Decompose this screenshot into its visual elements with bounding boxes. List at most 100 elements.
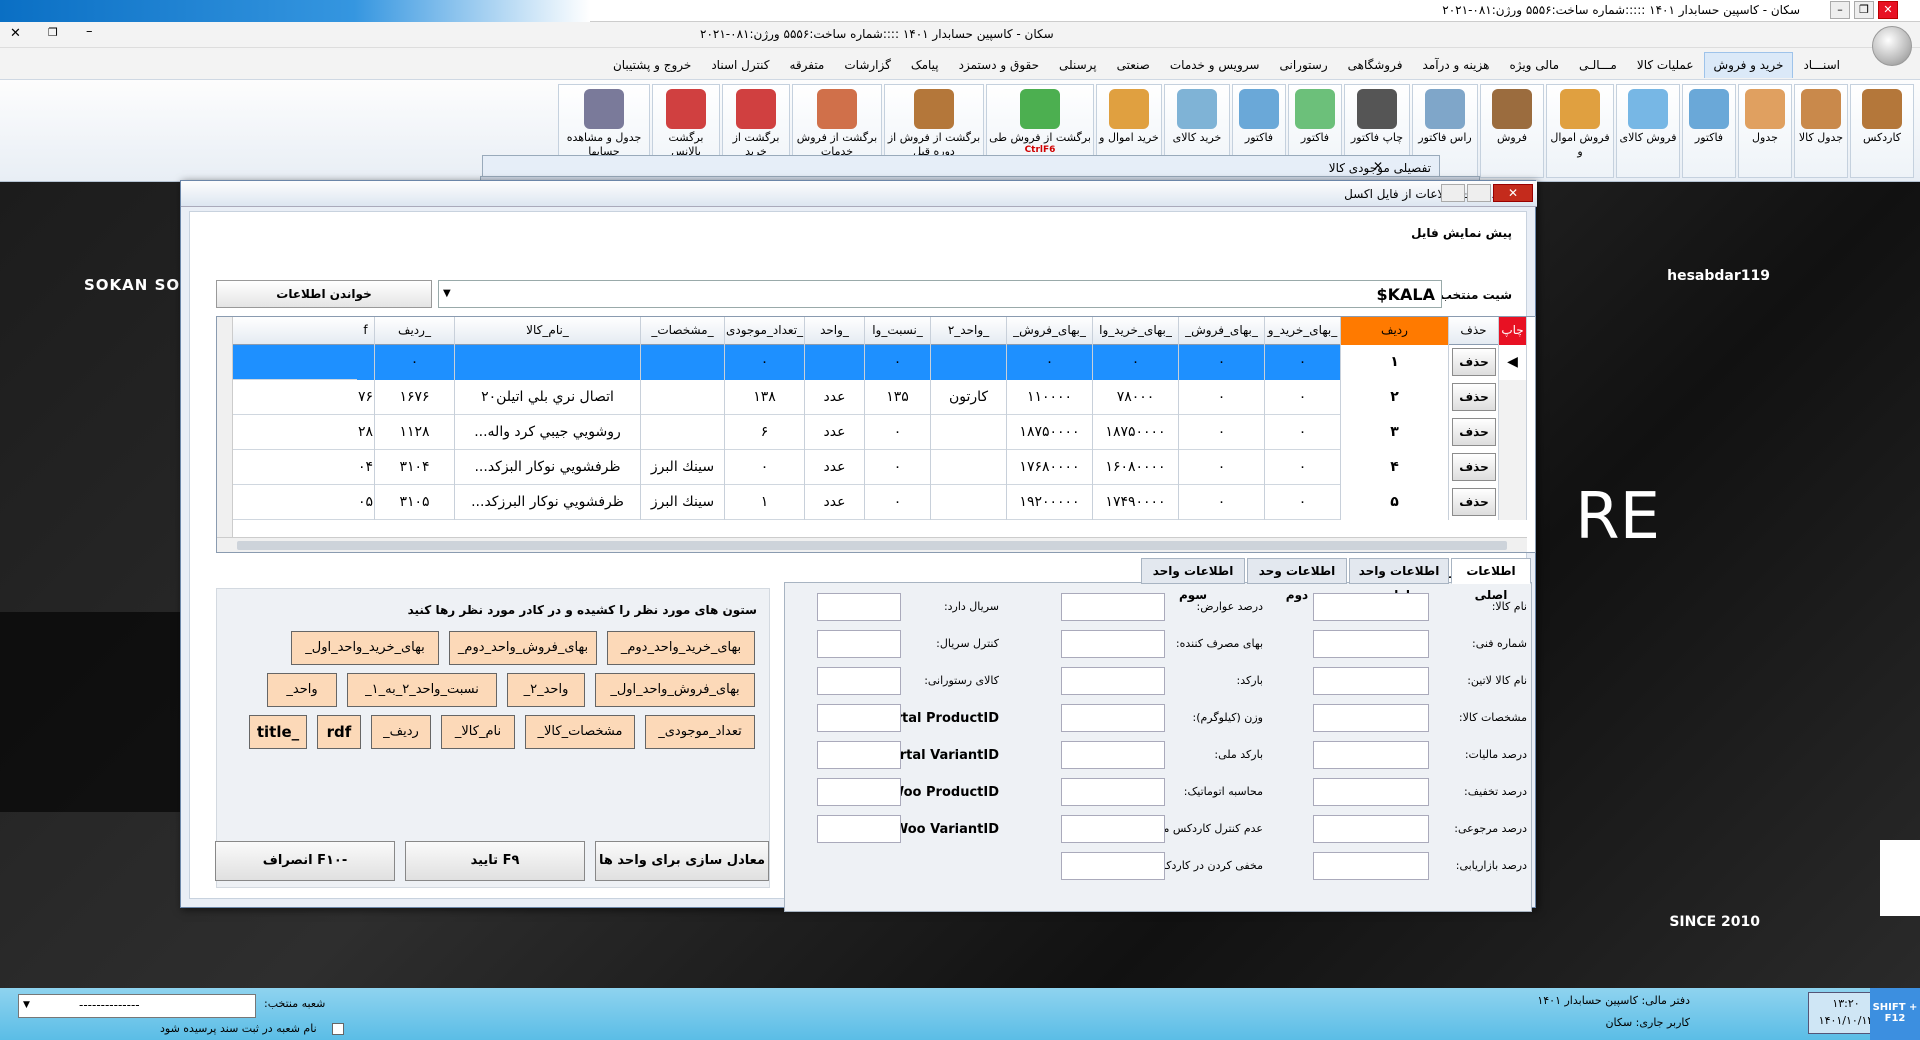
read-data-button[interactable]: خواندن اطلاعات — [216, 280, 432, 308]
column-chip[interactable]: title_ — [249, 715, 307, 749]
delete-row-button[interactable]: حذف — [1452, 488, 1496, 516]
grid-column-header[interactable]: _بهای_فروش_ — [1007, 317, 1093, 345]
mapping-drop-field[interactable] — [1061, 704, 1165, 732]
column-chip[interactable]: _واحد — [267, 673, 337, 707]
mapping-drop-field[interactable] — [1061, 630, 1165, 658]
grid-column-header[interactable]: _بهای_خرید_و — [1265, 317, 1341, 345]
table-row[interactable]: حذف ۵ ۰ ۰ ۱۷۴۹۰۰۰۰ ۱۹۲۰۰۰۰۰ ۰ عدد ۱ سينك البرز ظرف… — [217, 485, 1527, 520]
column-chip[interactable]: rdf — [317, 715, 361, 749]
menu-item[interactable]: صنعتی — [1107, 52, 1160, 78]
menu-item[interactable]: مـــالـی — [1569, 52, 1627, 78]
table-row[interactable]: ◀ حذف ۱ ۰ ۰ ۰ ۰ ۰ ۰ ۰ — [217, 345, 1527, 380]
grid-column-header[interactable]: _واحد_۲ — [931, 317, 1007, 345]
grid-column-header[interactable]: f — [357, 317, 375, 345]
delete-row-button[interactable]: حذف — [1452, 383, 1496, 411]
row-selector[interactable] — [1499, 415, 1527, 450]
table-cell[interactable]: حذف — [1449, 450, 1499, 485]
column-chip[interactable]: _بهای_خرید_واحد_اول — [291, 631, 439, 665]
mapping-drop-field[interactable] — [1313, 704, 1429, 732]
close-icon[interactable]: ✕ — [10, 26, 21, 41]
table-cell[interactable]: حذف — [1449, 380, 1499, 415]
table-cell[interactable]: حذف — [1449, 485, 1499, 520]
menu-item[interactable]: سرویس و خدمات — [1160, 52, 1270, 78]
delete-row-button[interactable]: حذف — [1452, 453, 1496, 481]
mapping-drop-field[interactable] — [817, 741, 901, 769]
mapping-drop-field[interactable] — [1313, 667, 1429, 695]
sheet-select[interactable]: $KALA ▼ — [438, 280, 1442, 308]
shift-f12-button[interactable]: SHIFT + F12 — [1870, 988, 1920, 1040]
mapping-drop-field[interactable] — [817, 815, 901, 843]
minimize-icon[interactable]: – — [86, 24, 93, 39]
column-chip[interactable]: _بهای_خرید_واحد_دوم — [607, 631, 755, 665]
table-cell[interactable]: حذف — [1449, 345, 1499, 380]
grid-column-header[interactable]: _نام_کالا — [455, 317, 641, 345]
menu-item[interactable]: گزارشات — [834, 52, 900, 78]
column-chip[interactable]: _نام_کالا — [441, 715, 515, 749]
grid-column-header[interactable]: حذف — [1449, 317, 1499, 345]
delete-row-button[interactable]: حذف — [1452, 418, 1496, 446]
table-row[interactable]: حذف ۴ ۰ ۰ ۱۶۰۸۰۰۰۰ ۱۷۶۸۰۰۰۰ ۰ عدد ۰ سينك البرز ظرف… — [217, 450, 1527, 485]
menu-item[interactable]: خروج و پشتیبان — [603, 52, 701, 78]
menu-item[interactable]: فروشگاهی — [1338, 52, 1413, 78]
column-chip[interactable]: _نسبت_واحد_۲_به_۱ — [347, 673, 497, 707]
mapping-drop-field[interactable] — [817, 778, 901, 806]
close-button[interactable]: ✕ — [1878, 1, 1898, 19]
table-row[interactable]: حذف ۲ ۰ ۰ ۷۸۰۰۰ ۱۱۰۰۰۰ کارتون ۱۳۵ عدد ۱۳۸ اتصال نر… — [217, 380, 1527, 415]
maximize-button[interactable]: ❐ — [1854, 1, 1874, 19]
mapping-drop-field[interactable] — [1313, 630, 1429, 658]
menu-item[interactable]: حقوق و دستمزد — [949, 52, 1049, 78]
mapping-drop-field[interactable] — [1061, 815, 1165, 843]
ribbon-button[interactable]: جدول کالا — [1794, 84, 1848, 178]
map-units-button[interactable]: معادل سازی برای واحد ها — [595, 841, 769, 881]
mapping-drop-field[interactable] — [1313, 593, 1429, 621]
tab-unit-3[interactable]: اطلاعات واحد سوم — [1141, 558, 1245, 602]
menu-item[interactable]: اسنـــاد — [1793, 52, 1850, 78]
menu-item[interactable]: متفرقه — [779, 52, 834, 78]
mapping-drop-field[interactable] — [1313, 852, 1429, 880]
grid-column-header[interactable]: ردیف — [1341, 317, 1449, 345]
delete-row-button[interactable]: حذف — [1452, 348, 1496, 376]
menu-item[interactable]: رستورانی — [1270, 52, 1338, 78]
menu-item[interactable]: پیامک — [901, 52, 949, 78]
dialog-maximize-button[interactable] — [1467, 184, 1491, 202]
column-chip[interactable]: _بهای_فروش_واحد_اول — [595, 673, 755, 707]
tab-unit-2[interactable]: اطلاعات وحد دوم — [1247, 558, 1347, 602]
row-selector[interactable] — [1499, 450, 1527, 485]
row-selector[interactable]: ◀ — [1499, 345, 1527, 380]
confirm-button[interactable]: تایید F۹ — [405, 841, 585, 881]
menu-item[interactable]: مالی ویژه — [1499, 52, 1569, 78]
mapping-drop-field[interactable] — [1061, 778, 1165, 806]
grid-column-header[interactable]: _مشخصات_ — [641, 317, 725, 345]
branch-checkbox[interactable] — [332, 1023, 344, 1035]
minimize-button[interactable]: – — [1830, 1, 1850, 19]
menu-item[interactable]: عملیات کالا — [1627, 52, 1704, 78]
column-chip[interactable]: _تعداد_موجودی — [645, 715, 755, 749]
mapping-drop-field[interactable] — [1061, 852, 1165, 880]
menu-item[interactable]: هزینه و درآمد — [1412, 52, 1499, 78]
branch-select[interactable]: ▼ -------------- — [18, 994, 256, 1018]
dialog-minimize-button[interactable] — [1441, 184, 1465, 202]
table-row[interactable]: حذف ۳ ۰ ۰ ۱۸۷۵۰۰۰۰ ۱۸۷۵۰۰۰۰ ۰ عدد ۶ روشويي جيبي ك… — [217, 415, 1527, 450]
column-chip[interactable]: _ردیف — [371, 715, 431, 749]
ribbon-button[interactable]: فروش اموال و — [1546, 84, 1614, 178]
horizontal-scrollbar[interactable] — [217, 537, 1527, 552]
ribbon-button[interactable]: فاکتور — [1682, 84, 1736, 178]
table-cell[interactable]: حذف — [1449, 415, 1499, 450]
dialog-close-button[interactable]: ✕ — [1493, 184, 1533, 202]
row-selector[interactable] — [1499, 380, 1527, 415]
mapping-drop-field[interactable] — [1313, 741, 1429, 769]
menu-item[interactable]: پرسنلی — [1049, 52, 1107, 78]
scroll-thumb[interactable] — [237, 541, 1507, 550]
mapping-drop-field[interactable] — [817, 704, 901, 732]
mapping-drop-field[interactable] — [1061, 667, 1165, 695]
mapping-drop-field[interactable] — [1061, 741, 1165, 769]
grid-column-header[interactable]: _واحد — [805, 317, 865, 345]
vertical-scrollbar[interactable] — [217, 317, 233, 537]
tab-main-info[interactable]: اطلاعات اصلی — [1451, 558, 1531, 602]
tab-unit-1[interactable]: اطلاعات واحد اول — [1349, 558, 1449, 602]
mapping-drop-field[interactable] — [1061, 593, 1165, 621]
close-icon[interactable]: ✕ — [1373, 159, 1383, 173]
mapping-drop-field[interactable] — [817, 593, 901, 621]
column-chip[interactable]: _واحد_۲ — [507, 673, 585, 707]
column-chip[interactable]: _بهای_فروش_واحد_دوم — [449, 631, 597, 665]
